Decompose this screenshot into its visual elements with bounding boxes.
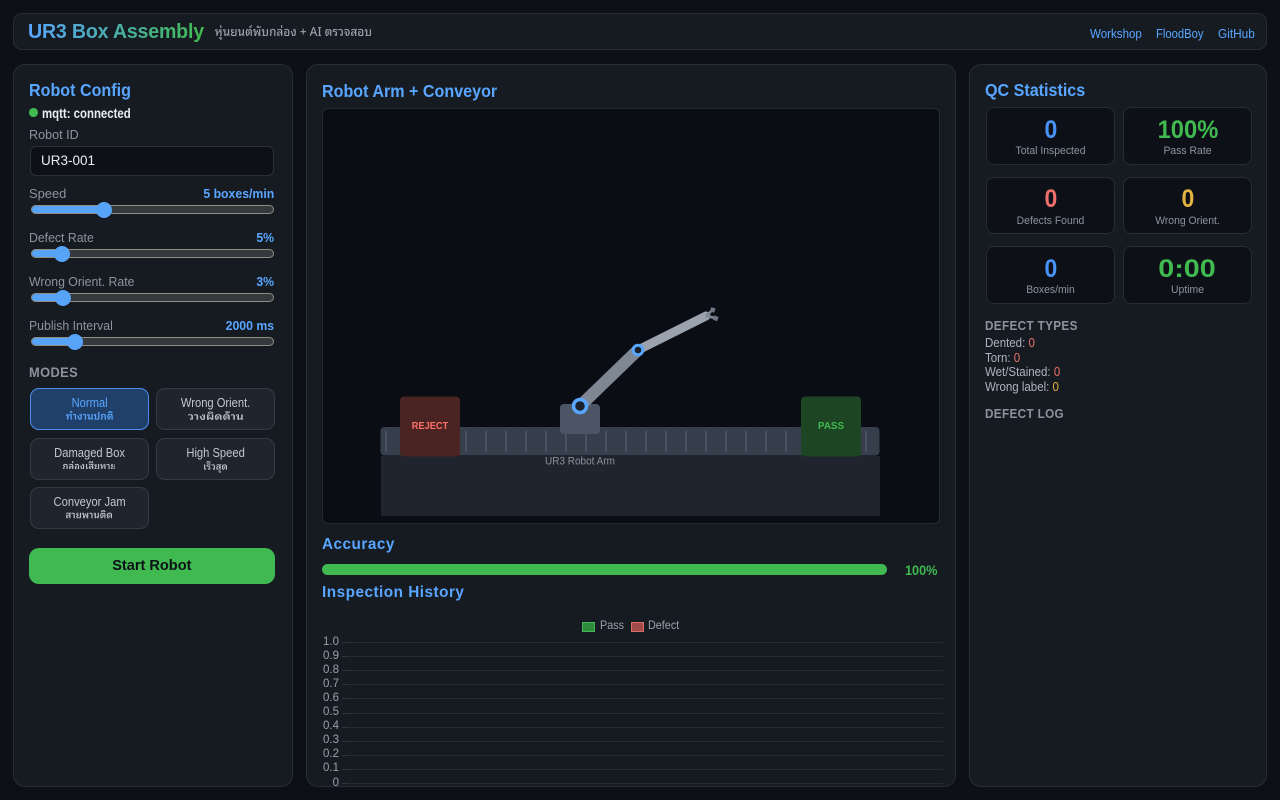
svg-text:UR3 Robot Arm: UR3 Robot Arm <box>545 456 615 468</box>
svg-text:PASS: PASS <box>818 420 844 432</box>
svg-text:REJECT: REJECT <box>412 420 449 432</box>
